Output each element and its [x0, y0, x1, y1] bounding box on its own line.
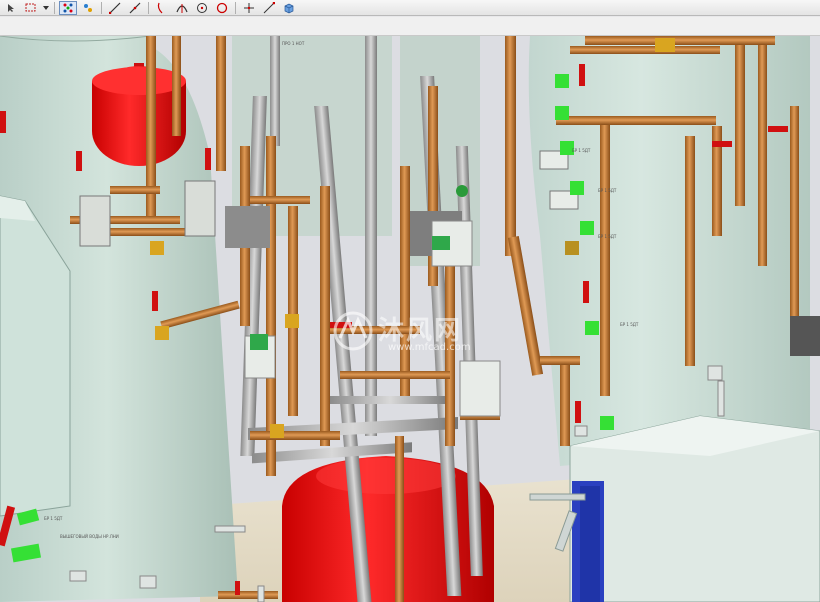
toolbar	[0, 0, 820, 16]
left-tank-label: ВЫШЕГОВЫЙ ВОДЫ НР.ЛНИ	[60, 534, 119, 539]
toolbar-separator	[101, 1, 102, 14]
tag-e: БР 1 5ДТ	[44, 516, 63, 521]
pipe-label-a: ПРО 1 НОТ	[282, 41, 305, 46]
circle-center-icon[interactable]	[193, 1, 211, 15]
expansion-vessel-top[interactable]	[92, 63, 186, 166]
tag-a: БР 1 5ДТ	[572, 148, 591, 153]
expansion-vessel-bottom[interactable]	[282, 456, 494, 602]
secondary-toolbar	[0, 17, 820, 36]
angle-line-icon[interactable]	[260, 1, 278, 15]
tangent-arc-icon[interactable]	[173, 1, 191, 15]
select-arrow-icon[interactable]	[2, 1, 20, 15]
snap-points-icon[interactable]	[79, 1, 97, 15]
tag-d: БР 1 5ДТ	[620, 322, 639, 327]
tag-b: БР 1 5ДТ	[598, 188, 617, 193]
tag-c: БР 1 5ДТ	[598, 234, 617, 239]
toolbar-separator	[148, 1, 149, 14]
dropdown-arrow-icon[interactable]	[42, 1, 50, 15]
circle-point-icon[interactable]	[213, 1, 231, 15]
box-view-icon[interactable]	[280, 1, 298, 15]
crosshair-icon[interactable]	[240, 1, 258, 15]
snap-grid-icon[interactable]	[59, 0, 77, 15]
line-icon[interactable]	[106, 1, 124, 15]
arc-icon[interactable]	[153, 1, 171, 15]
diagonal-line-icon[interactable]	[126, 1, 144, 15]
toolbar-separator	[54, 1, 55, 14]
3d-viewport[interactable]: ПРО 1 НОТ ВЫШЕГОВЫЙ ВОДЫ НР.ЛНИ БР 1 5ДТ…	[0, 36, 820, 602]
toolbar-separator	[235, 1, 236, 14]
box-select-icon[interactable]	[22, 1, 40, 15]
